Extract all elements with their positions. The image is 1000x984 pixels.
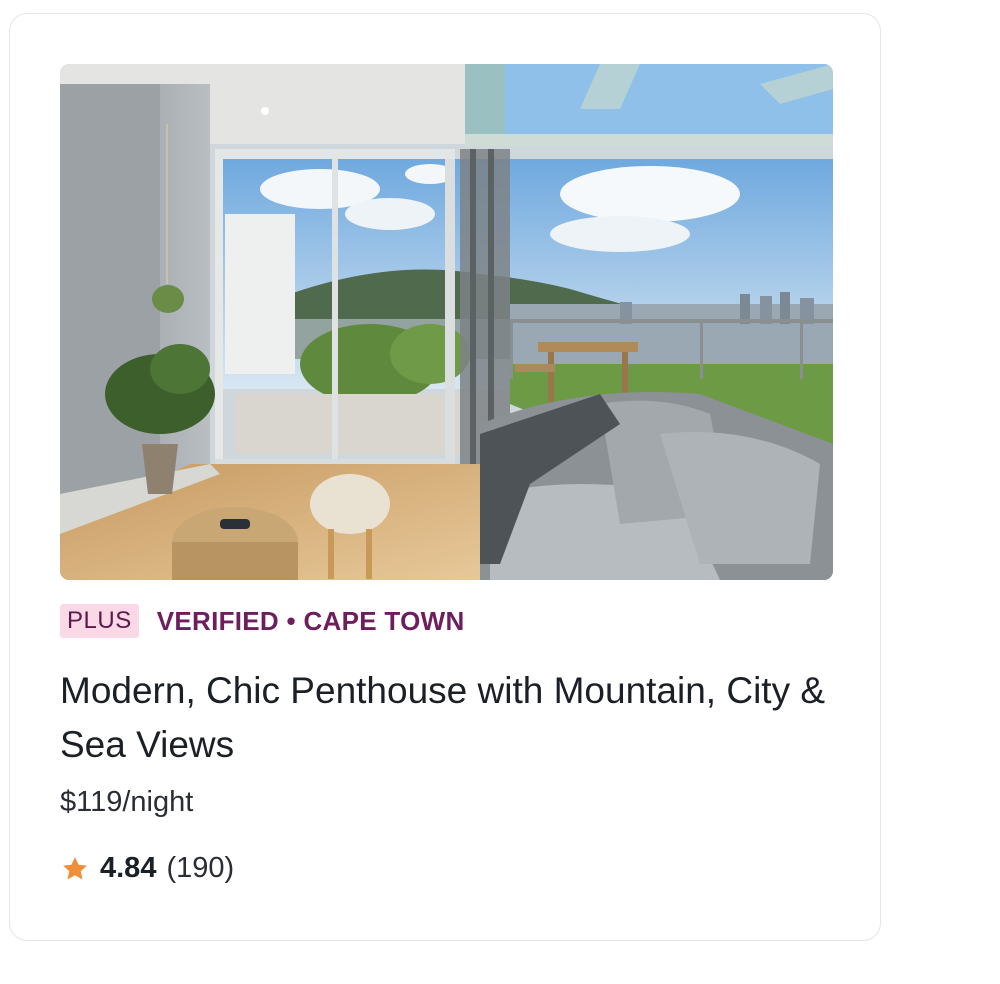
listing-title[interactable]: Modern, Chic Penthouse with Mountain, Ci… <box>60 664 840 772</box>
listing-rating: 4.84 (190) <box>60 852 234 885</box>
listing-price: $119/night <box>60 786 194 818</box>
plus-badge: PLUS <box>60 604 139 638</box>
rating-count: (190) <box>166 852 235 884</box>
rating-score: 4.84 <box>100 852 157 884</box>
penthouse-photo-illustration <box>60 64 833 580</box>
listing-card[interactable]: PLUS VERIFIED • CAPE TOWN Modern, Chic P… <box>9 13 881 941</box>
star-icon <box>63 856 87 879</box>
listing-category: VERIFIED • CAPE TOWN <box>156 605 465 636</box>
listing-photo[interactable] <box>60 64 833 580</box>
listing-badges: PLUS VERIFIED • CAPE TOWN <box>60 604 465 638</box>
